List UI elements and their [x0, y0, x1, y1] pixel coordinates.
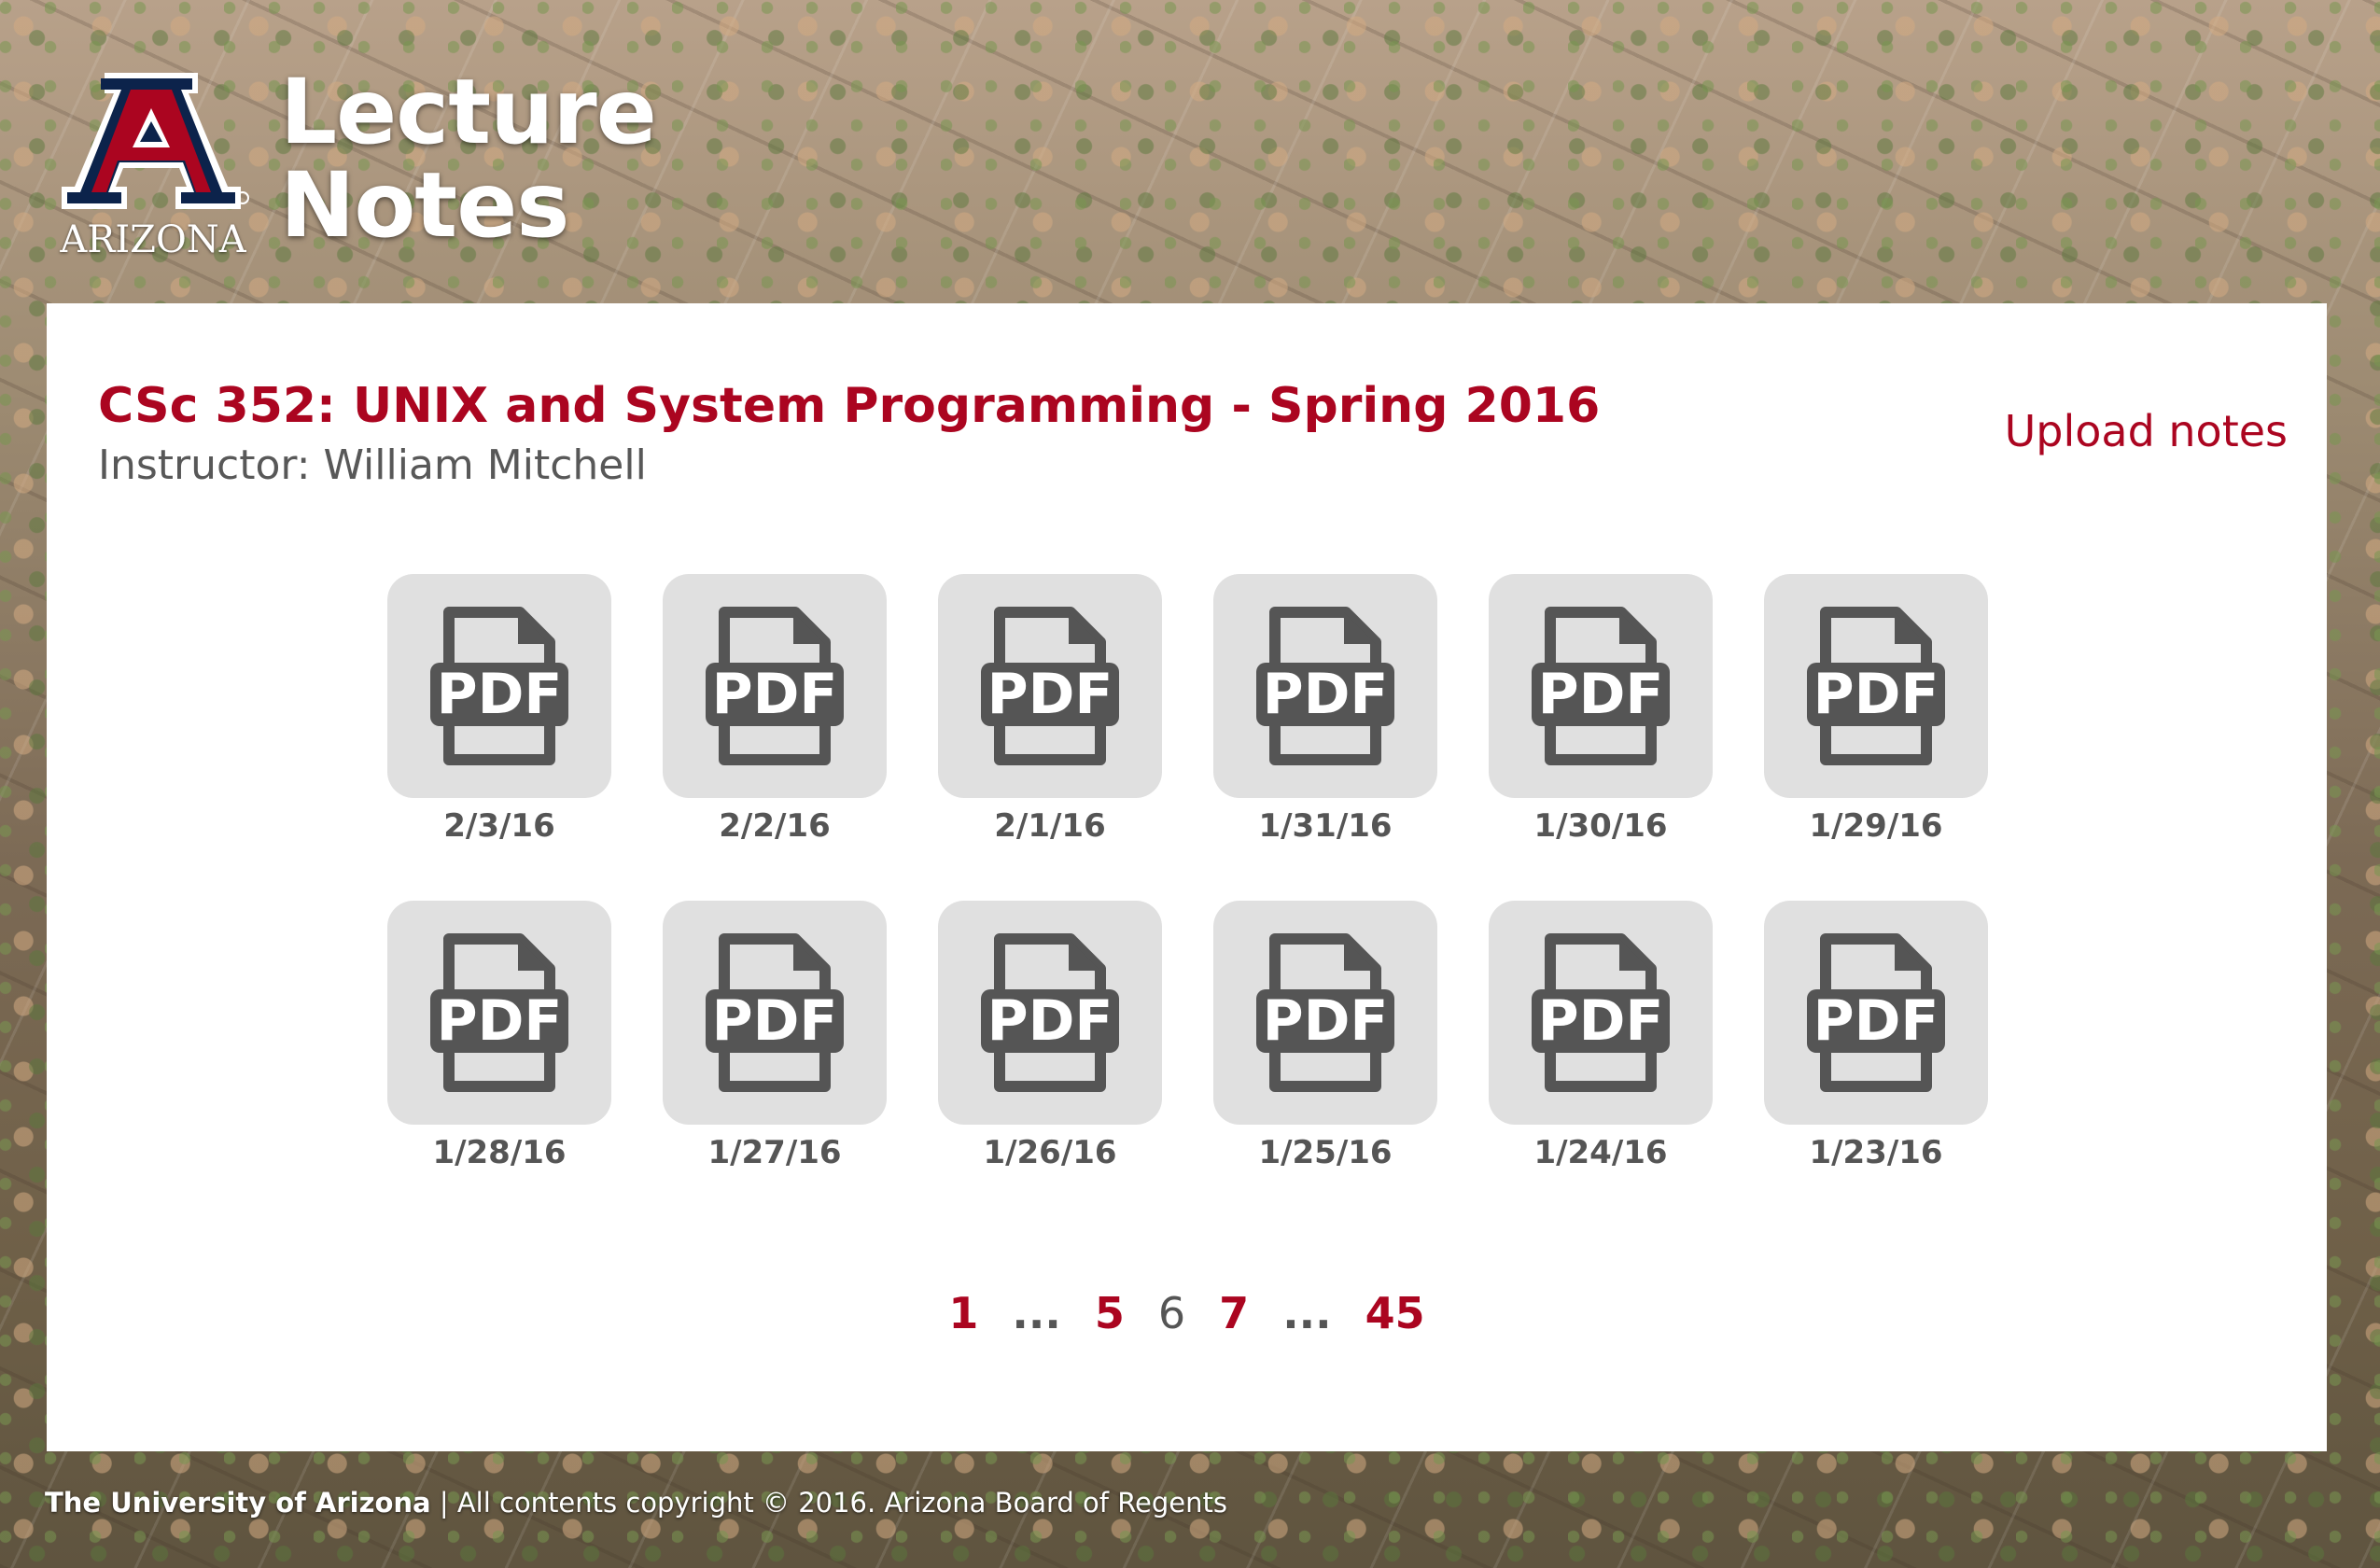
note-item-1-25-16[interactable]: PDF 1/25/16: [1213, 901, 1437, 1171]
note-date: 1/26/16: [983, 1134, 1117, 1171]
pagination: 1 ... 5 6 7 ... 45: [47, 1288, 2327, 1338]
site-footer: The University of Arizona | All contents…: [45, 1487, 1227, 1519]
note-tile[interactable]: PDF: [1213, 574, 1437, 798]
university-a-logo-icon: [62, 73, 249, 209]
note-tile[interactable]: PDF: [1213, 901, 1437, 1125]
footer-copyright: All contents copyright © 2016. Arizona B…: [456, 1487, 1227, 1519]
note-date: 2/1/16: [994, 807, 1106, 845]
note-item-1-23-16[interactable]: PDF 1/23/16: [1764, 901, 1988, 1171]
site-header: ARIZONA Lecture Notes: [0, 0, 2380, 303]
pdf-icon-label: PDF: [1263, 988, 1389, 1054]
note-date: 2/3/16: [443, 807, 555, 845]
pdf-icon: PDF: [706, 933, 844, 1092]
pagination-ellipsis: ...: [1012, 1288, 1061, 1338]
footer-org: The University of Arizona: [45, 1487, 431, 1519]
note-item-1-30-16[interactable]: PDF 1/30/16: [1489, 574, 1713, 845]
note-date: 1/24/16: [1533, 1134, 1668, 1171]
note-item-1-24-16[interactable]: PDF 1/24/16: [1489, 901, 1713, 1171]
note-item-1-27-16[interactable]: PDF 1/27/16: [663, 901, 887, 1171]
note-tile[interactable]: PDF: [938, 574, 1162, 798]
page-link-prev[interactable]: 5: [1095, 1288, 1125, 1338]
note-item-1-29-16[interactable]: PDF 1/29/16: [1764, 574, 1988, 845]
pdf-icon: PDF: [1807, 933, 1945, 1092]
pdf-icon: PDF: [706, 607, 844, 765]
note-tile[interactable]: PDF: [1764, 574, 1988, 798]
note-date: 1/23/16: [1809, 1134, 1943, 1171]
note-tile[interactable]: PDF: [387, 574, 611, 798]
pdf-icon: PDF: [1532, 933, 1670, 1092]
note-date: 1/30/16: [1533, 807, 1668, 845]
pdf-icon-label: PDF: [1538, 988, 1664, 1054]
pagination-ellipsis: ...: [1282, 1288, 1332, 1338]
footer-separator: |: [439, 1487, 449, 1519]
pdf-icon-label: PDF: [1263, 662, 1389, 727]
site-title-line2: Notes: [280, 153, 569, 258]
note-item-2-1-16[interactable]: PDF 2/1/16: [938, 574, 1162, 845]
note-date: 1/28/16: [432, 1134, 567, 1171]
pdf-icon: PDF: [1256, 933, 1394, 1092]
note-date: 1/31/16: [1258, 807, 1393, 845]
site-title-line1: Lecture: [280, 60, 657, 164]
pdf-icon: PDF: [430, 607, 568, 765]
note-item-2-2-16[interactable]: PDF 2/2/16: [663, 574, 887, 845]
note-item-1-26-16[interactable]: PDF 1/26/16: [938, 901, 1162, 1171]
pdf-icon: PDF: [1532, 607, 1670, 765]
note-item-1-28-16[interactable]: PDF 1/28/16: [387, 901, 611, 1171]
logo-wordmark: ARIZONA: [60, 218, 246, 261]
site-title[interactable]: Lecture Notes: [280, 60, 657, 258]
content-panel: CSc 352: UNIX and System Programming - S…: [47, 303, 2327, 1451]
course-title: CSc 352: UNIX and System Programming - S…: [98, 378, 1601, 434]
pdf-icon-label: PDF: [712, 662, 838, 727]
note-tile[interactable]: PDF: [1489, 901, 1713, 1125]
page-link-first[interactable]: 1: [948, 1288, 978, 1338]
note-date: 1/25/16: [1258, 1134, 1393, 1171]
upload-notes-link[interactable]: Upload notes: [2005, 406, 2288, 456]
note-item-2-3-16[interactable]: PDF 2/3/16: [387, 574, 611, 845]
pdf-icon: PDF: [981, 933, 1119, 1092]
note-tile[interactable]: PDF: [1764, 901, 1988, 1125]
pdf-icon-label: PDF: [1538, 662, 1664, 727]
pdf-icon-label: PDF: [1813, 662, 1939, 727]
page-link-next[interactable]: 7: [1219, 1288, 1249, 1338]
pdf-icon: PDF: [1256, 607, 1394, 765]
notes-grid: PDF 2/3/16 PDF 2/2/16 PDF 2/1/16 PDF 1/3…: [387, 574, 2021, 1171]
note-tile[interactable]: PDF: [387, 901, 611, 1125]
pdf-icon: PDF: [430, 933, 568, 1092]
note-tile[interactable]: PDF: [938, 901, 1162, 1125]
page-current: 6: [1157, 1288, 1186, 1338]
note-date: 1/29/16: [1809, 807, 1943, 845]
pdf-icon-label: PDF: [437, 662, 563, 727]
instructor-name: Instructor: William Mitchell: [98, 441, 647, 489]
university-logo[interactable]: ARIZONA: [58, 67, 249, 268]
note-tile[interactable]: PDF: [663, 901, 887, 1125]
note-tile[interactable]: PDF: [1489, 574, 1713, 798]
note-date: 2/2/16: [719, 807, 831, 845]
page-link-last[interactable]: 45: [1365, 1288, 1425, 1338]
pdf-icon-label: PDF: [987, 662, 1113, 727]
pdf-icon-label: PDF: [987, 988, 1113, 1054]
pdf-icon: PDF: [1807, 607, 1945, 765]
note-item-1-31-16[interactable]: PDF 1/31/16: [1213, 574, 1437, 845]
pdf-icon-label: PDF: [437, 988, 563, 1054]
pdf-icon-label: PDF: [712, 988, 838, 1054]
pdf-icon: PDF: [981, 607, 1119, 765]
note-date: 1/27/16: [707, 1134, 842, 1171]
pdf-icon-label: PDF: [1813, 988, 1939, 1054]
note-tile[interactable]: PDF: [663, 574, 887, 798]
